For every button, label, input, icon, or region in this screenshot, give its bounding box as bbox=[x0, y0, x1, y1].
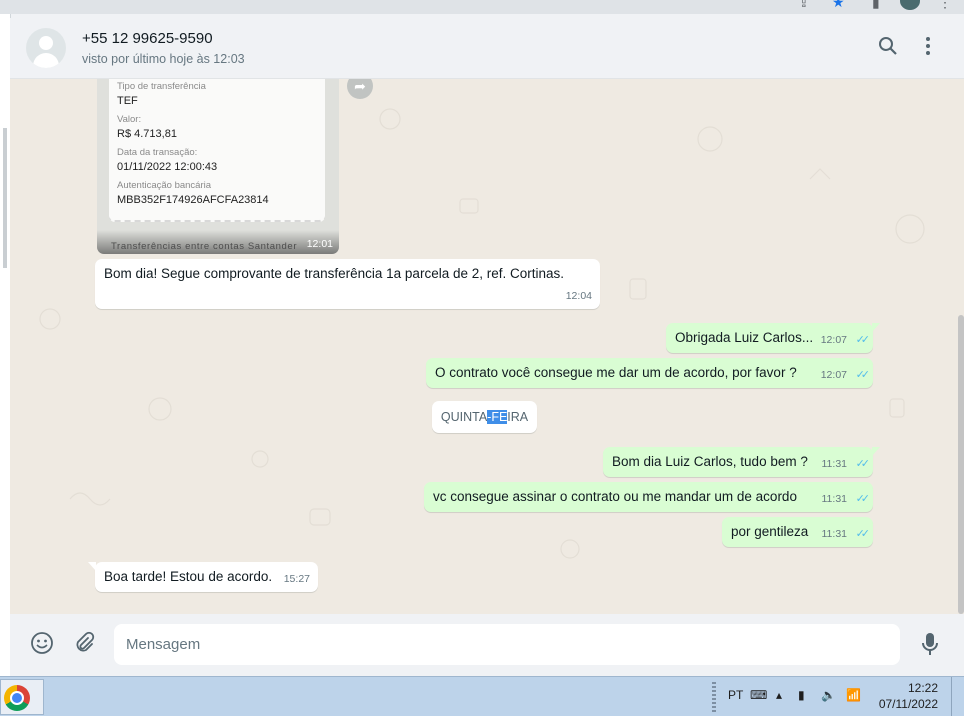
outgoing-message[interactable]: por gentileza 11:31 ✓✓ bbox=[722, 517, 873, 547]
message-time: 12:07 bbox=[820, 369, 847, 381]
outgoing-message[interactable]: Obrigada Luiz Carlos... 12:07 ✓✓ bbox=[666, 323, 880, 353]
receipt-label: Data da transação: bbox=[117, 147, 198, 158]
attach-icon[interactable] bbox=[70, 631, 98, 659]
selected-text: -FE bbox=[487, 410, 508, 424]
avatar-head bbox=[39, 36, 53, 50]
language-indicator[interactable]: PT bbox=[728, 688, 743, 702]
outgoing-message[interactable]: vc consegue assinar o contrato ou me man… bbox=[424, 482, 873, 512]
receipt-value: TEF bbox=[117, 95, 138, 107]
browser-menu-icon[interactable]: ⋮ bbox=[938, 0, 952, 11]
date-divider-text: IRA bbox=[507, 410, 529, 424]
message-text: por gentileza bbox=[731, 524, 809, 539]
message-time: 11:31 bbox=[821, 528, 848, 540]
chat-header[interactable]: +55 12 99625-9590 visto por último hoje … bbox=[10, 18, 964, 79]
message-time: 11:31 bbox=[821, 493, 848, 505]
bubble-tail bbox=[872, 447, 880, 456]
bookmark-star-icon[interactable]: ★ bbox=[832, 0, 845, 11]
message-time: 12:07 bbox=[820, 334, 847, 346]
chrome-logo-icon bbox=[4, 685, 30, 711]
receipt-value: MBB352F174926AFCFA23814 bbox=[117, 194, 269, 206]
browser-toolbar: ⇪ ★ ▮ ⋮ bbox=[0, 0, 964, 14]
os-taskbar: PT ⌨ ▴ ▮ 🔈 📶 12:22 07/11/2022 bbox=[0, 676, 964, 716]
emoji-icon[interactable] bbox=[28, 631, 56, 659]
incoming-message[interactable]: Boa tarde! Estou de acordo. 15:27 bbox=[88, 562, 318, 592]
receipt-label: Valor: bbox=[117, 114, 142, 125]
avatar-body bbox=[33, 53, 59, 68]
read-ticks-icon: ✓✓ bbox=[855, 528, 871, 540]
show-desktop-button[interactable] bbox=[951, 677, 964, 716]
microphone-icon[interactable] bbox=[916, 631, 944, 659]
read-ticks-icon: ✓✓ bbox=[855, 458, 871, 470]
message-text: Bom dia! Segue comprovante de transferên… bbox=[104, 266, 565, 281]
outgoing-message[interactable]: Bom dia Luiz Carlos, tudo bem ? 11:31 ✓✓ bbox=[603, 447, 880, 477]
chat-scrollbar[interactable] bbox=[958, 315, 964, 614]
message-time: 12:01 bbox=[306, 238, 333, 250]
receipt-label: Autenticação bancária bbox=[117, 180, 212, 191]
receipt-image-message[interactable]: Tipo de transferência TEF Valor: R$ 4.71… bbox=[97, 79, 339, 254]
extensions-icon[interactable]: ▮ bbox=[872, 0, 880, 11]
bubble-tail bbox=[88, 562, 96, 571]
read-ticks-icon: ✓✓ bbox=[855, 369, 871, 381]
profile-avatar[interactable] bbox=[900, 0, 920, 10]
last-seen-status: visto por último hoje às 12:03 bbox=[82, 52, 245, 66]
incoming-message[interactable]: Bom dia! Segue comprovante de transferên… bbox=[95, 259, 600, 309]
message-text: Boa tarde! Estou de acordo. bbox=[104, 569, 273, 584]
message-time: 11:31 bbox=[821, 458, 848, 470]
date-divider: QUINTA-FEIRA bbox=[432, 401, 537, 433]
message-composer bbox=[10, 614, 964, 676]
receipt-card: Tipo de transferência TEF Valor: R$ 4.71… bbox=[109, 79, 325, 222]
image-caption: Transferências entre contas Santander bbox=[111, 241, 298, 252]
message-text: Bom dia Luiz Carlos, tudo bem ? bbox=[612, 454, 808, 469]
message-text: vc consegue assinar o contrato ou me man… bbox=[433, 489, 797, 504]
clock-time: 12:22 bbox=[907, 681, 938, 695]
receipt-value: R$ 4.713,81 bbox=[117, 128, 177, 140]
share-icon[interactable]: ⇪ bbox=[798, 0, 810, 11]
chrome-taskbar-button[interactable] bbox=[0, 679, 44, 715]
menu-kebab-icon[interactable] bbox=[916, 36, 940, 60]
outgoing-message[interactable]: O contrato você consegue me dar um de ac… bbox=[426, 358, 873, 388]
scroll-track bbox=[3, 128, 7, 268]
clock-date: 07/11/2022 bbox=[878, 697, 938, 711]
read-ticks-icon: ✓✓ bbox=[855, 334, 871, 346]
message-input[interactable] bbox=[114, 624, 900, 665]
contact-avatar[interactable] bbox=[26, 28, 66, 68]
receipt-label: Tipo de transferência bbox=[117, 81, 206, 92]
keyboard-icon[interactable]: ⌨ bbox=[750, 688, 767, 702]
message-time: 15:27 bbox=[283, 573, 310, 585]
taskbar-clock[interactable]: 12:22 07/11/2022 bbox=[879, 680, 938, 712]
system-tray: PT ⌨ ▴ ▮ 🔈 📶 12:22 07/11/2022 bbox=[706, 677, 964, 716]
message-time: 12:04 bbox=[565, 290, 592, 302]
receipt-value: 01/11/2022 12:00:43 bbox=[117, 161, 218, 173]
date-divider-text: QUINTA bbox=[440, 410, 488, 424]
bubble-tail bbox=[872, 323, 880, 332]
volume-icon[interactable]: 🔈 bbox=[821, 688, 836, 702]
tray-grip bbox=[712, 682, 716, 712]
read-ticks-icon: ✓✓ bbox=[855, 493, 871, 505]
network-icon[interactable]: 📶 bbox=[846, 688, 861, 702]
contact-name[interactable]: +55 12 99625-9590 bbox=[82, 30, 213, 47]
battery-icon[interactable]: ▮ bbox=[798, 688, 805, 702]
conversation-panel[interactable]: Tipo de transferência TEF Valor: R$ 4.71… bbox=[10, 79, 964, 614]
message-text: O contrato você consegue me dar um de ac… bbox=[435, 365, 797, 380]
search-icon[interactable] bbox=[876, 36, 900, 60]
message-text: Obrigada Luiz Carlos... bbox=[675, 330, 814, 345]
show-hidden-icons-icon[interactable]: ▴ bbox=[776, 688, 782, 702]
